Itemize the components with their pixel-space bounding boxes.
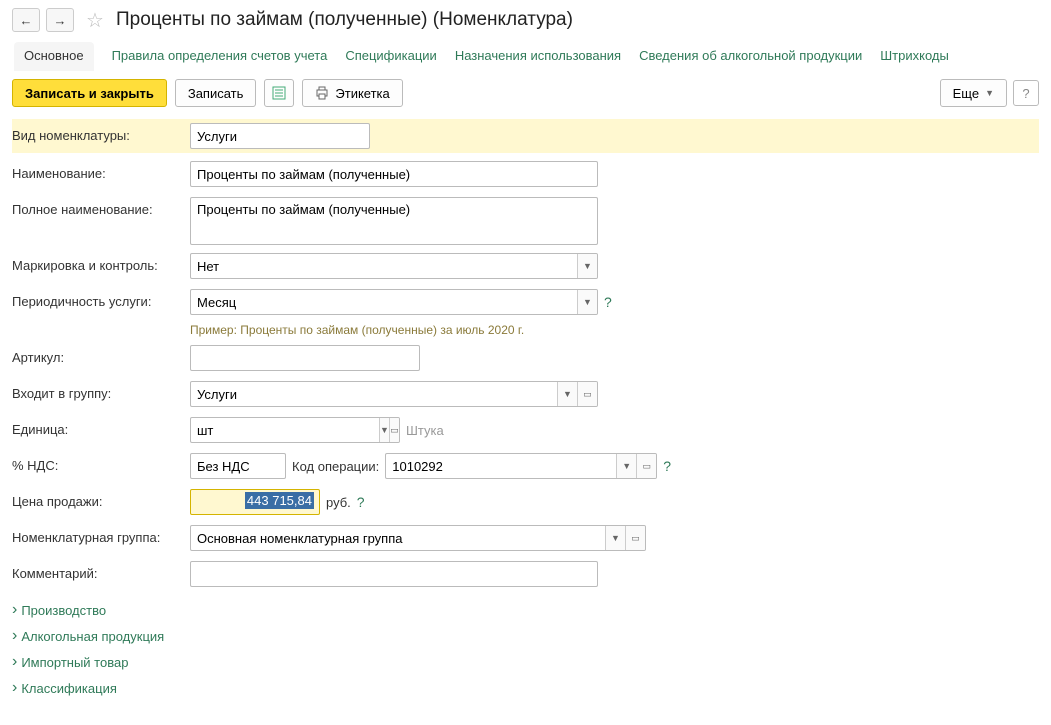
tab-specifications[interactable]: Спецификации — [345, 42, 437, 71]
open-icon[interactable]: ▭ — [389, 418, 399, 442]
article-label: Артикул: — [12, 345, 190, 365]
back-button[interactable]: ← — [12, 8, 40, 32]
chevron-down-icon: ▼ — [985, 88, 994, 98]
arrow-left-icon: ← — [20, 13, 33, 28]
printer-icon — [315, 86, 329, 100]
chevron-down-icon[interactable]: ▼ — [577, 254, 597, 278]
fullname-input[interactable] — [190, 197, 598, 245]
fullname-label: Полное наименование: — [12, 197, 190, 217]
vat-input[interactable]: ▼ — [190, 453, 286, 479]
expand-production[interactable]: Производство — [12, 597, 1039, 623]
nomgroup-label: Номенклатурная группа: — [12, 525, 190, 545]
unit-desc: Штука — [406, 423, 444, 438]
group-input[interactable]: ▼ ▭ — [190, 381, 598, 407]
group-label: Входит в группу: — [12, 381, 190, 401]
chevron-down-icon[interactable]: ▼ — [605, 526, 625, 550]
expand-import[interactable]: Импортный товар — [12, 649, 1039, 675]
tab-barcodes[interactable]: Штрихкоды — [880, 42, 949, 71]
comment-input[interactable] — [190, 561, 598, 587]
name-label: Наименование: — [12, 161, 190, 181]
open-icon[interactable]: ▭ — [577, 382, 597, 406]
page-title: Проценты по займам (полученные) (Номенкл… — [116, 9, 573, 31]
article-input[interactable] — [190, 345, 420, 371]
tabs: Основное Правила определения счетов учет… — [0, 36, 1051, 71]
price-unit: руб. — [326, 495, 351, 510]
op-label: Код операции: — [292, 459, 379, 474]
help-icon: ? — [1022, 86, 1029, 101]
tab-alcohol[interactable]: Сведения об алкогольной продукции — [639, 42, 862, 71]
tab-accounting-rules[interactable]: Правила определения счетов учета — [112, 42, 328, 71]
save-button[interactable]: Записать — [175, 79, 257, 107]
star-icon[interactable]: ☆ — [84, 9, 106, 31]
vat-label: % НДС: — [12, 453, 190, 473]
name-input[interactable] — [190, 161, 598, 187]
price-label: Цена продажи: — [12, 489, 190, 509]
save-close-button[interactable]: Записать и закрыть — [12, 79, 167, 107]
open-icon[interactable]: ▭ — [636, 454, 656, 478]
label-button[interactable]: Этикетка — [302, 79, 402, 107]
op-input[interactable]: ▼ ▭ — [385, 453, 657, 479]
unit-input[interactable]: ▼ ▭ — [190, 417, 400, 443]
unit-label: Единица: — [12, 417, 190, 437]
list-icon — [272, 86, 286, 100]
price-input[interactable]: 443 715,84 — [190, 489, 320, 515]
period-input[interactable]: ▼ — [190, 289, 598, 315]
marking-input[interactable]: ▼ — [190, 253, 598, 279]
period-label: Периодичность услуги: — [12, 289, 190, 309]
type-input[interactable]: ▼ ▭ — [190, 123, 370, 149]
comment-label: Комментарий: — [12, 561, 190, 581]
list-button[interactable] — [264, 79, 294, 107]
expand-alcohol[interactable]: Алкогольная продукция — [12, 623, 1039, 649]
help-icon[interactable]: ? — [663, 458, 671, 474]
open-icon[interactable]: ▭ — [625, 526, 645, 550]
chevron-down-icon[interactable]: ▼ — [616, 454, 636, 478]
help-icon[interactable]: ? — [604, 294, 612, 310]
type-label: Вид номенклатуры: — [12, 123, 190, 143]
forward-button[interactable]: → — [46, 8, 74, 32]
chevron-down-icon[interactable]: ▼ — [379, 418, 389, 442]
tab-usage[interactable]: Назначения использования — [455, 42, 621, 71]
period-hint: Пример: Проценты по займам (полученные) … — [190, 323, 524, 337]
expand-classification[interactable]: Классификация — [12, 675, 1039, 701]
help-button[interactable]: ? — [1013, 80, 1039, 106]
help-icon[interactable]: ? — [357, 494, 365, 510]
nomgroup-input[interactable]: ▼ ▭ — [190, 525, 646, 551]
arrow-right-icon: → — [54, 13, 67, 28]
chevron-down-icon[interactable]: ▼ — [557, 382, 577, 406]
more-button[interactable]: Еще ▼ — [940, 79, 1007, 107]
marking-label: Маркировка и контроль: — [12, 253, 190, 273]
chevron-down-icon[interactable]: ▼ — [577, 290, 597, 314]
tab-main[interactable]: Основное — [14, 42, 94, 71]
